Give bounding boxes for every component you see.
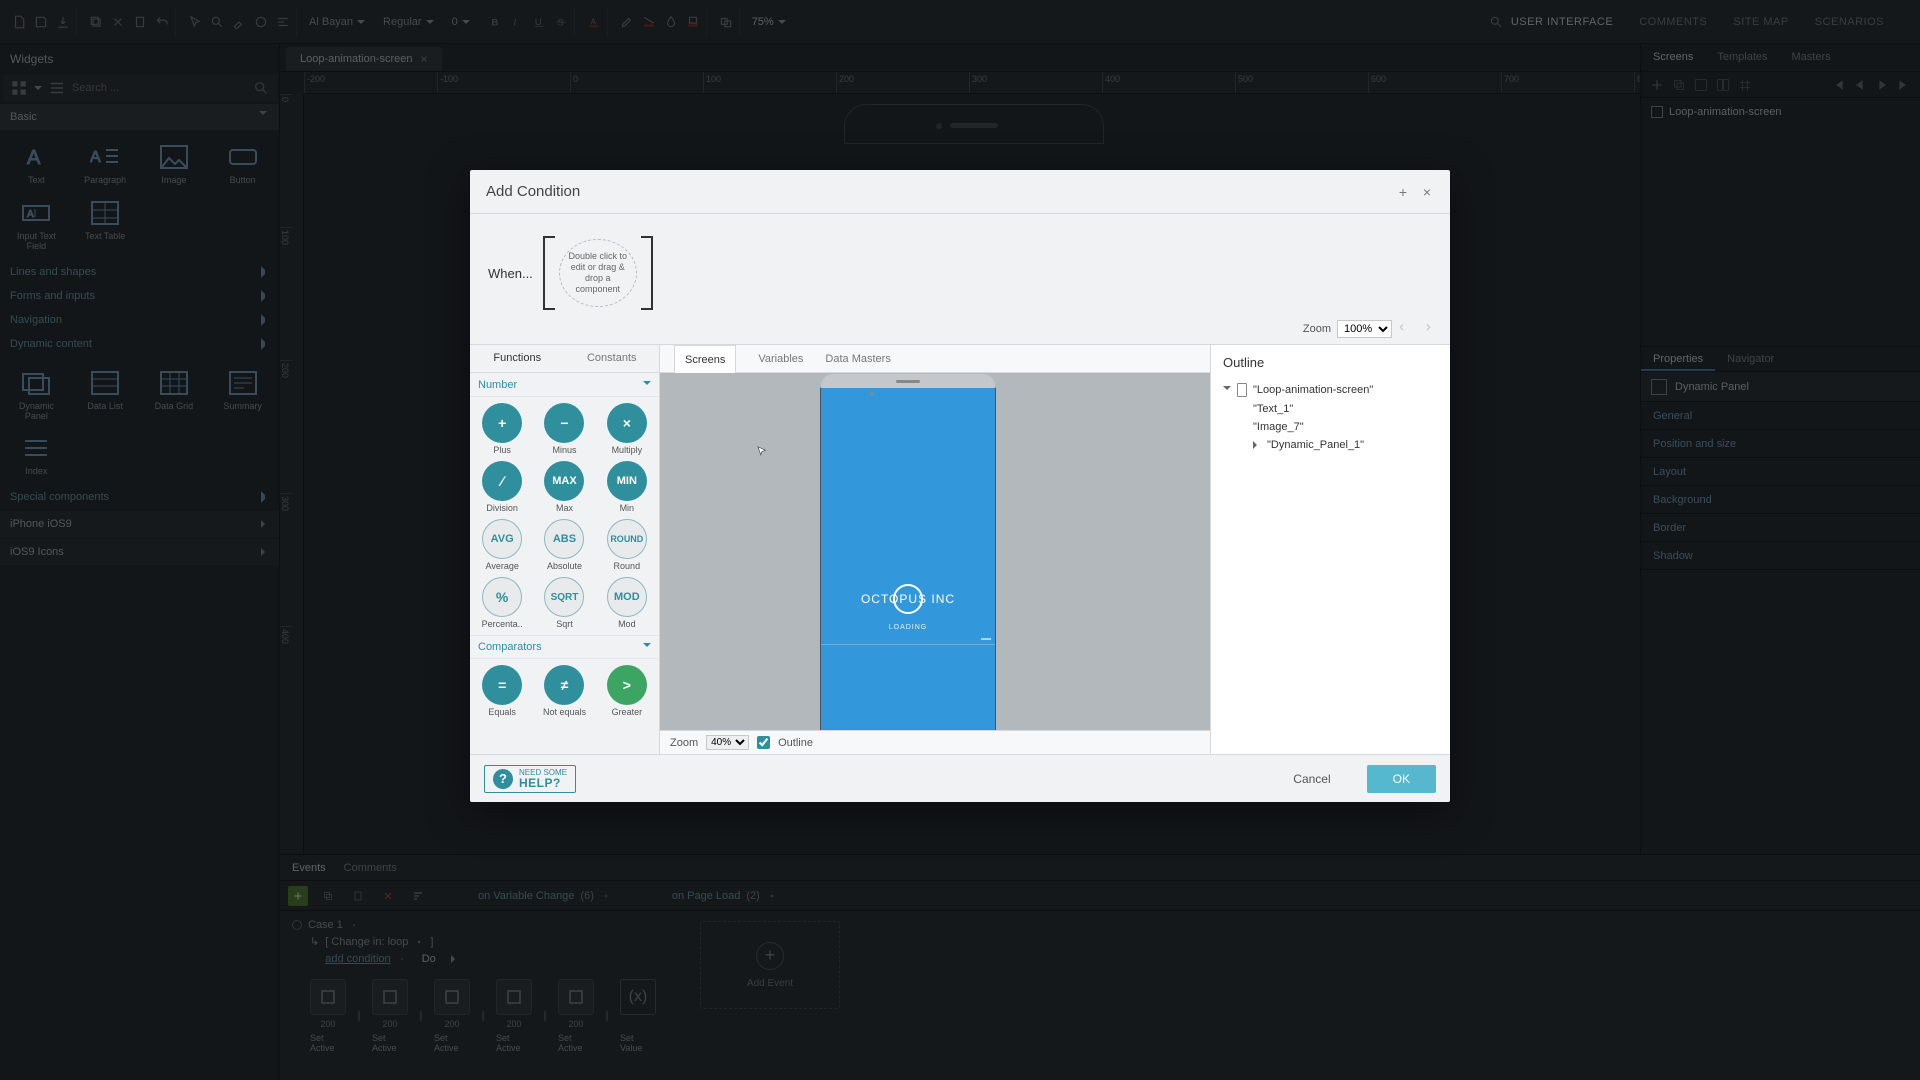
outline-item-image7[interactable]: "Image_7" [1223,418,1438,436]
vfoot-zoom-label: Zoom [670,737,698,749]
mtab-screens[interactable]: Screens [674,345,736,373]
fn-equals[interactable]: =Equals [472,663,532,719]
outline-pane: Outline "Loop-animation-screen" "Text_1"… [1210,345,1450,754]
tab-functions[interactable]: Functions [470,345,565,372]
close-dialog-icon[interactable]: × [1420,185,1434,199]
fn-absolute[interactable]: ABSAbsolute [534,517,594,573]
fn-mod[interactable]: MODMod [597,575,657,631]
fn-multiply[interactable]: ×Multiply [597,401,657,457]
fn-round[interactable]: ROUNDRound [597,517,657,573]
preview-brand: OCTOPUS INC [821,592,995,606]
add-condition-dialog: Add Condition + × When... Double click t… [470,170,1450,802]
mtab-variables[interactable]: Variables [758,345,803,372]
when-label: When... [488,266,533,281]
mtab-datamasters[interactable]: Data Masters [825,345,890,372]
preview-pane: Screens Variables Data Masters OCTOPUS I… [660,345,1210,754]
fn-average[interactable]: AVGAverage [472,517,532,573]
help-button[interactable]: ? NEED SOMEHELP? [484,765,576,793]
fn-percentage[interactable]: %Percenta.. [472,575,532,631]
help-icon: ? [493,769,513,789]
modal-overlay: Add Condition + × When... Double click t… [0,0,1920,1080]
fn-max[interactable]: MAXMax [534,459,594,515]
tab-constants[interactable]: Constants [565,345,660,372]
dialog-title: Add Condition [486,183,580,200]
fn-plus[interactable]: +Plus [472,401,532,457]
cancel-button[interactable]: Cancel [1267,765,1356,793]
outline-title: Outline [1223,355,1438,370]
fn-minus[interactable]: −Minus [534,401,594,457]
fn-not-equals[interactable]: ≠Not equals [534,663,594,719]
outline-item-text1[interactable]: "Text_1" [1223,400,1438,418]
preview-viewport[interactable]: OCTOPUS INC LOADING [660,373,1210,730]
group-number[interactable]: Number [470,373,659,397]
outline-item-dynpanel1[interactable]: "Dynamic_Panel_1" [1223,436,1438,454]
ok-button[interactable]: OK [1367,765,1436,793]
outline-checkbox-label: Outline [778,737,813,749]
redo-expr-icon[interactable] [1418,322,1432,336]
fn-division[interactable]: ∕Division [472,459,532,515]
zoom-select-modal[interactable]: 100% [1337,320,1392,338]
condition-slot[interactable]: Double click to edit or drag & drop a co… [559,239,637,307]
vfoot-zoom-select[interactable]: 40% [706,735,749,750]
outline-root[interactable]: "Loop-animation-screen" [1223,380,1438,400]
cursor-icon [755,445,769,459]
group-comparators[interactable]: Comparators [470,635,659,659]
maximize-icon[interactable]: + [1396,185,1410,199]
fn-sqrt[interactable]: SQRTSqrt [534,575,594,631]
fn-min[interactable]: MINMin [597,459,657,515]
undo-expr-icon[interactable] [1398,322,1412,336]
fn-greater[interactable]: >Greater [597,663,657,719]
preview-sub: LOADING [821,624,995,631]
preview-device[interactable]: OCTOPUS INC LOADING [820,387,996,730]
zoom-label: Zoom [1303,323,1331,335]
outline-checkbox[interactable] [757,736,770,749]
functions-sidebar: Functions Constants Number +Plus −Minus … [470,345,660,754]
app-root: Al Bayan Regular 0 B I U S A 75% USER IN… [0,0,1920,1080]
